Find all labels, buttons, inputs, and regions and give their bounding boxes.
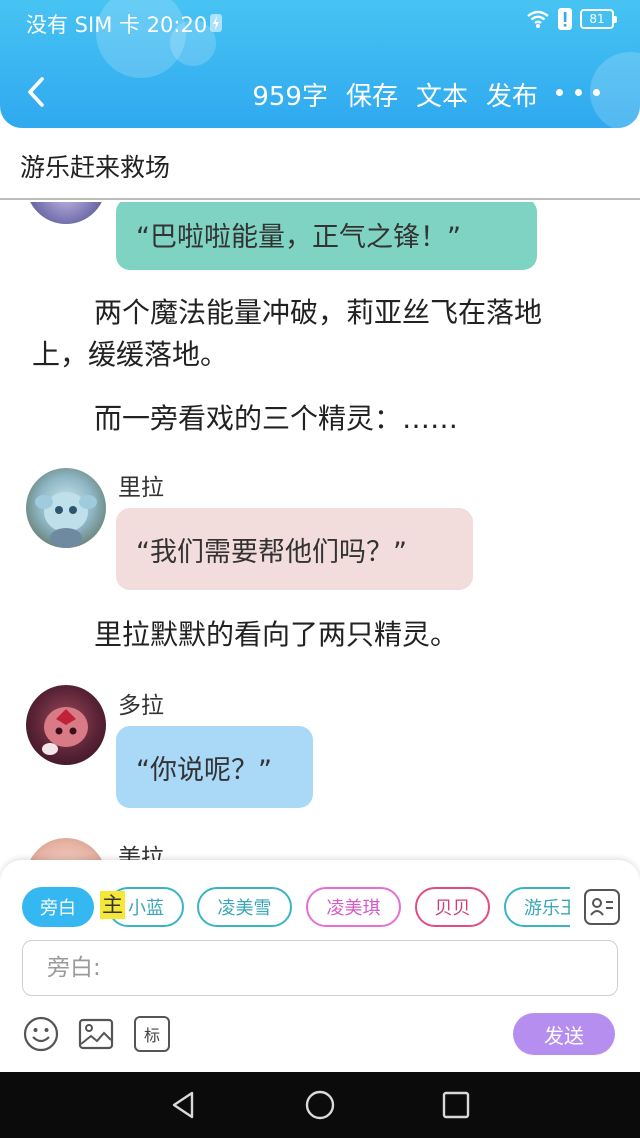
dialogue-bubble[interactable]: “我们需要帮他们吗？” <box>116 508 473 590</box>
chapter-title[interactable]: 游乐赶来救场 <box>20 148 170 184</box>
message-input[interactable] <box>23 941 617 995</box>
battery-icon: 81 <box>580 9 617 29</box>
narration-paragraph[interactable]: 而一旁看戏的三个精灵：…… <box>94 398 458 440</box>
dialogue-bubble[interactable]: “你说呢？” <box>116 726 313 808</box>
back-triangle-icon[interactable] <box>168 1089 200 1121</box>
dialogue-text: “我们需要帮他们吗？” <box>136 536 407 568</box>
system-nav-bar <box>0 1072 640 1138</box>
character-icon <box>42 707 88 755</box>
recents-square-icon[interactable] <box>440 1089 472 1121</box>
role-chip-lingmeiqi[interactable]: 凌美琪 <box>306 887 401 927</box>
word-count-button[interactable]: 959字 <box>252 76 328 113</box>
image-icon[interactable] <box>78 1016 114 1052</box>
dialogue-text: “你说呢？” <box>136 754 272 786</box>
role-list-button[interactable] <box>584 889 620 925</box>
chevron-left-icon <box>28 77 44 107</box>
top-header: 没有 SIM 卡 20:20 81 959字 保存 文本 发布 <box>0 0 640 128</box>
role-chip-youle[interactable]: 游乐王子 <box>504 887 570 927</box>
chapter-title-bar[interactable]: 游乐赶来救场 <box>0 128 640 200</box>
tag-icon-label: 标 <box>143 1026 160 1045</box>
avatar-mila[interactable] <box>26 838 106 860</box>
highlight-mark: 主 <box>100 891 125 919</box>
back-button[interactable] <box>20 72 52 112</box>
publish-button[interactable]: 发布 <box>486 76 538 113</box>
avatar-lila[interactable] <box>26 468 106 548</box>
role-chip-lingmeixue[interactable]: 凌美雪 <box>197 887 292 927</box>
dialogue-text: “巴啦啦能量，正气之锋！” <box>136 221 461 253</box>
more-options-button[interactable] <box>556 80 600 104</box>
send-button[interactable]: 发送 <box>513 1013 615 1055</box>
text-button[interactable]: 文本 <box>416 76 468 113</box>
dot <box>574 88 582 96</box>
avatar-partial-top[interactable] <box>26 202 106 224</box>
status-carrier-time: 没有 SIM 卡 20:20 <box>26 13 208 37</box>
wifi-icon <box>527 10 549 28</box>
tag-button[interactable]: 标 <box>134 1016 170 1052</box>
speaker-name: 美拉 <box>118 845 164 860</box>
save-button[interactable]: 保存 <box>346 76 398 113</box>
emoji-icon[interactable] <box>23 1016 59 1052</box>
narration-line: 上，缓缓落地。 <box>32 338 229 371</box>
speaker-name: 多拉 <box>118 693 164 719</box>
signal-alert-icon <box>558 8 572 30</box>
narration-paragraph[interactable]: 里拉默默的看向了两只精灵。 <box>94 614 458 656</box>
character-icon <box>35 492 97 548</box>
status-bar: 没有 SIM 卡 20:20 81 <box>0 0 640 44</box>
message-input-box[interactable] <box>22 940 618 996</box>
charging-icon <box>210 14 222 32</box>
narration-line: 两个魔法能量冲破，莉亚丝飞在落地 <box>94 296 543 329</box>
avatar-dora[interactable] <box>26 685 106 765</box>
speaker-name: 里拉 <box>118 475 164 501</box>
story-content[interactable]: “巴啦啦能量，正气之锋！” 两个魔法能量冲破，莉亚丝飞在落地 上，缓缓落地。 而… <box>0 202 640 860</box>
dot <box>593 88 600 96</box>
narration-paragraph[interactable]: 两个魔法能量冲破，莉亚丝飞在落地 上，缓缓落地。 <box>32 292 622 376</box>
role-chip-beibei[interactable]: 贝贝 <box>415 887 490 927</box>
contact-card-icon <box>590 898 613 916</box>
home-circle-icon[interactable] <box>304 1089 336 1121</box>
dot <box>556 88 563 96</box>
role-chip-narrator[interactable]: 旁白 <box>22 887 94 927</box>
dialogue-bubble[interactable]: “巴啦啦能量，正气之锋！” <box>116 202 537 270</box>
